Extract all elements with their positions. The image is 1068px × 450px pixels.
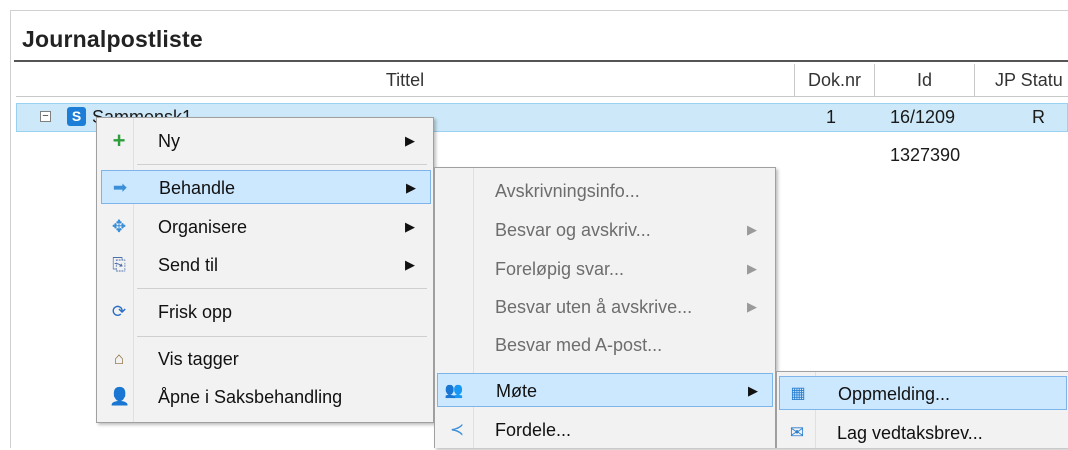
people-icon: 👥 — [444, 382, 464, 399]
menu-item-ny[interactable]: + Ny ▶ — [101, 124, 431, 158]
submenu-arrow-icon: ▶ — [405, 219, 415, 234]
collapse-icon[interactable]: − — [40, 111, 51, 122]
menu-item-organisere[interactable]: ✥ Organisere ▶ — [101, 210, 431, 244]
column-header-jp-status[interactable]: JP Statu — [975, 64, 1068, 97]
submenu-arrow-icon: ▶ — [747, 222, 757, 237]
row-doknr: 1 — [826, 107, 837, 127]
row-id: 16/1209 — [890, 107, 956, 127]
submenu-arrow-icon: ▶ — [405, 133, 415, 148]
person-icon: 👤 — [109, 387, 131, 406]
menu-item-lag-vedtaksbrev[interactable]: ✉ Lag vedtaksbrev... — [779, 416, 1067, 450]
submenu-arrow-icon: ▶ — [405, 257, 415, 272]
context-menu: + Ny ▶ ➡ Behandle ▶ ✥ Organisere ▶ ⎘ Sen… — [96, 117, 434, 423]
refresh-icon: ⟳ — [111, 302, 127, 321]
menu-item-apne-i-saksbehandling[interactable]: 👤 Åpne i Saksbehandling — [101, 380, 431, 414]
panel-title: Journalpostliste — [22, 26, 203, 52]
mote-submenu: ▦ Oppmelding... ✉ Lag vedtaksbrev... — [776, 371, 1068, 448]
menu-item-besvar-og-avskriv[interactable]: Besvar og avskriv... ▶ — [439, 213, 773, 247]
menu-item-besvar-uten-a-avskrive[interactable]: Besvar uten å avskrive... ▶ — [439, 290, 773, 324]
arrow-right-icon: ➡ — [112, 178, 128, 197]
submenu-arrow-icon: ▶ — [747, 299, 757, 314]
menu-item-forelopig-svar[interactable]: Foreløpig svar... ▶ — [439, 252, 773, 286]
menu-item-behandle[interactable]: ➡ Behandle ▶ — [101, 170, 431, 204]
submenu-arrow-icon: ▶ — [748, 383, 758, 398]
calendar-add-icon: ▦ — [790, 385, 806, 402]
menu-item-vis-tagger[interactable]: ⌂ Vis tagger — [101, 342, 431, 376]
menu-item-frisk-opp[interactable]: ⟳ Frisk opp — [101, 295, 431, 329]
letter-arrow-icon: ✉ — [789, 423, 805, 442]
behandle-submenu: Avskrivningsinfo... Besvar og avskriv...… — [434, 167, 776, 448]
column-header-id[interactable]: Id — [875, 64, 975, 97]
tag-house-icon: ⌂ — [113, 349, 125, 368]
menu-item-mote[interactable]: 👥 Møte ▶ — [437, 373, 773, 407]
share-icon: ≺ — [449, 420, 465, 439]
menu-item-besvar-med-a-post[interactable]: Besvar med A-post... — [439, 328, 773, 362]
send-icon: ⎘ — [112, 255, 126, 274]
row-status: R — [1032, 107, 1045, 127]
column-header-tittel[interactable]: Tittel — [16, 64, 795, 97]
plus-icon: + — [112, 128, 126, 153]
submenu-arrow-icon: ▶ — [747, 261, 757, 276]
menu-item-fordele[interactable]: ≺ Fordele... — [439, 413, 773, 447]
row-id: 1327390 — [890, 145, 961, 165]
menu-item-oppmelding[interactable]: ▦ Oppmelding... — [779, 376, 1067, 410]
column-header-doknr[interactable]: Dok.nr — [795, 64, 875, 97]
submenu-arrow-icon: ▶ — [406, 180, 416, 195]
title-divider — [14, 60, 1068, 62]
menu-item-send-til[interactable]: ⎘ Send til ▶ — [101, 248, 431, 282]
menu-item-avskrivningsinfo[interactable]: Avskrivningsinfo... — [439, 174, 773, 208]
document-s-icon: S — [67, 107, 86, 126]
move-icon: ✥ — [111, 217, 127, 236]
